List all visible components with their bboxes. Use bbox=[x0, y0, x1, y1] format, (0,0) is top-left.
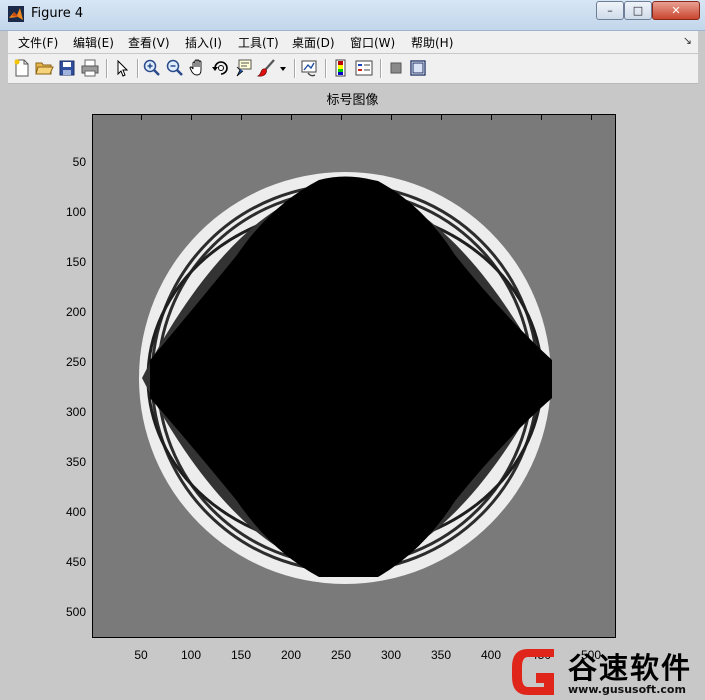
watermark-url: www.gususoft.com bbox=[568, 683, 686, 696]
menu-bar: 文件(F) 编辑(E) 查看(V) 插入(I) 工具(T) 桌面(D) 窗口(W… bbox=[8, 31, 698, 53]
data-cursor-icon[interactable] bbox=[234, 58, 254, 78]
brush-icon[interactable] bbox=[257, 58, 277, 78]
new-figure-icon[interactable] bbox=[12, 58, 32, 78]
save-icon[interactable] bbox=[57, 58, 77, 78]
menubar-overflow-icon[interactable]: ↘ bbox=[683, 34, 692, 47]
x-tick-label: 100 bbox=[180, 648, 202, 662]
menu-window[interactable]: 窗口(W) bbox=[350, 34, 395, 51]
window-title: Figure 4 bbox=[31, 6, 84, 21]
window-title-bar[interactable]: Figure 4 – □ ✕ bbox=[0, 0, 705, 31]
rotate-3d-icon[interactable] bbox=[211, 58, 231, 78]
plot-title: 标号图像 bbox=[326, 93, 379, 108]
y-tick-label: 150 bbox=[65, 255, 86, 269]
watermark: 谷速软件 www.gususoft.com bbox=[506, 641, 705, 700]
x-tick-label: 200 bbox=[280, 648, 302, 662]
toolbar-separator bbox=[325, 59, 327, 78]
x-tick-label: 150 bbox=[230, 648, 252, 662]
toolbar-separator bbox=[106, 59, 108, 78]
y-tick-label: 200 bbox=[65, 305, 86, 319]
watermark-name: 谷速软件 bbox=[568, 651, 693, 685]
print-icon[interactable] bbox=[80, 58, 100, 78]
close-button[interactable]: ✕ bbox=[652, 1, 700, 20]
maximize-button[interactable]: □ bbox=[624, 1, 652, 20]
edit-plot-arrow-icon[interactable] bbox=[112, 58, 132, 78]
gusu-logo-icon bbox=[512, 649, 554, 695]
x-tick-label: 250 bbox=[330, 648, 352, 662]
toolbar-separator bbox=[380, 59, 382, 78]
x-tick-label: 350 bbox=[430, 648, 452, 662]
menu-tools[interactable]: 工具(T) bbox=[238, 34, 279, 51]
open-file-icon[interactable] bbox=[34, 58, 54, 78]
image-axes[interactable] bbox=[92, 114, 616, 638]
insert-colorbar-icon[interactable] bbox=[331, 58, 351, 78]
y-tick-label: 100 bbox=[65, 205, 86, 219]
menu-edit[interactable]: 编辑(E) bbox=[73, 34, 114, 51]
toolbar-separator bbox=[294, 59, 296, 78]
y-tick-label: 500 bbox=[65, 605, 86, 619]
pan-hand-icon[interactable] bbox=[188, 58, 208, 78]
y-tick-label: 250 bbox=[65, 355, 86, 369]
toolbar-separator bbox=[137, 59, 139, 78]
menu-desktop[interactable]: 桌面(D) bbox=[292, 34, 335, 51]
minimize-button[interactable]: – bbox=[596, 1, 624, 20]
menu-view[interactable]: 查看(V) bbox=[128, 34, 170, 51]
labeled-image bbox=[93, 115, 615, 637]
link-plot-icon[interactable] bbox=[300, 58, 320, 78]
menu-help[interactable]: 帮助(H) bbox=[411, 34, 453, 51]
insert-legend-icon[interactable] bbox=[354, 58, 374, 78]
hide-plot-tools-icon[interactable] bbox=[386, 58, 406, 78]
x-tick-label: 300 bbox=[380, 648, 402, 662]
menu-insert[interactable]: 插入(I) bbox=[185, 34, 222, 51]
x-tick-label: 400 bbox=[480, 648, 502, 662]
show-plot-tools-icon[interactable] bbox=[408, 58, 428, 78]
zoom-out-icon[interactable] bbox=[165, 58, 185, 78]
x-tick-label: 50 bbox=[134, 648, 148, 662]
y-tick-label: 350 bbox=[65, 455, 86, 469]
y-tick-label: 50 bbox=[72, 155, 86, 169]
y-tick-label: 300 bbox=[65, 405, 86, 419]
matlab-logo-icon bbox=[8, 6, 24, 22]
dropdown-arrow-icon[interactable] bbox=[278, 58, 288, 78]
zoom-in-icon[interactable] bbox=[142, 58, 162, 78]
y-tick-label: 450 bbox=[65, 555, 86, 569]
figure-toolbar bbox=[8, 54, 698, 84]
y-tick-label: 400 bbox=[65, 505, 86, 519]
menu-file[interactable]: 文件(F) bbox=[18, 34, 58, 51]
